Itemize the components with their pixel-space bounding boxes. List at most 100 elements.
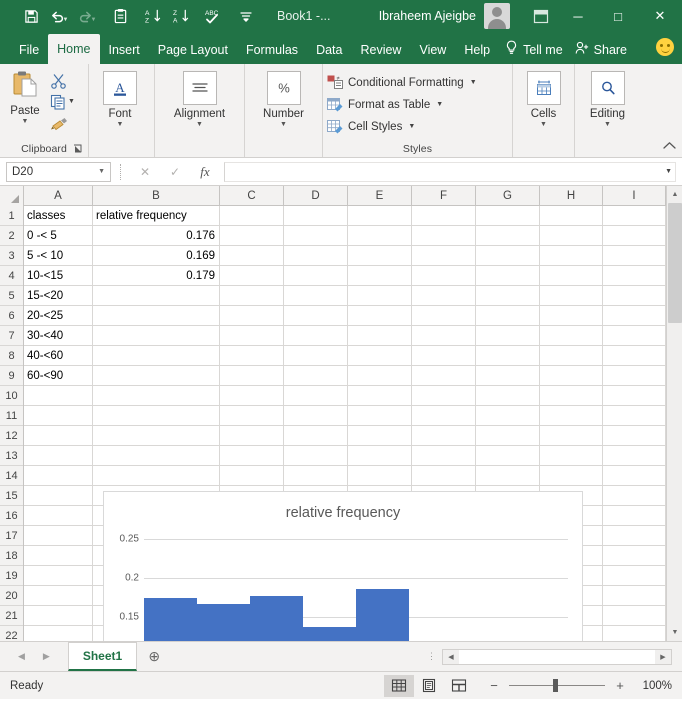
- cell-G9[interactable]: [476, 366, 540, 385]
- cell-E3[interactable]: [348, 246, 412, 265]
- cell-E5[interactable]: [348, 286, 412, 305]
- customize-qat-icon[interactable]: [233, 3, 259, 29]
- row-header-6[interactable]: 6: [0, 306, 23, 326]
- chart-histogram[interactable]: relative frequency 00.050.10.150.20.25 0…: [103, 491, 583, 641]
- cell-B8[interactable]: [93, 346, 220, 365]
- tell-me-search[interactable]: Tell me: [499, 36, 569, 64]
- cell-D1[interactable]: [284, 206, 348, 225]
- editing-dropdown-icon[interactable]: ▼: [604, 121, 611, 128]
- cell-I1[interactable]: [603, 206, 666, 225]
- row-header-3[interactable]: 3: [0, 246, 23, 266]
- cell-I21[interactable]: [603, 606, 666, 625]
- cell-styles-dropdown-icon[interactable]: ▼: [408, 123, 415, 130]
- cell-B3[interactable]: 0.169: [93, 246, 220, 265]
- tab-home[interactable]: Home: [48, 34, 100, 64]
- cell-E7[interactable]: [348, 326, 412, 345]
- cell-I3[interactable]: [603, 246, 666, 265]
- cell-H5[interactable]: [540, 286, 603, 305]
- cell-E8[interactable]: [348, 346, 412, 365]
- cell-G4[interactable]: [476, 266, 540, 285]
- cell-I5[interactable]: [603, 286, 666, 305]
- cell-B14[interactable]: [93, 466, 220, 485]
- page-layout-view-icon[interactable]: [414, 675, 444, 697]
- conditional-formatting-dropdown-icon[interactable]: ▼: [470, 79, 477, 86]
- cell-D9[interactable]: [284, 366, 348, 385]
- cell-A20[interactable]: [24, 586, 93, 605]
- cell-E6[interactable]: [348, 306, 412, 325]
- next-sheet-icon[interactable]: ▶: [43, 651, 50, 662]
- row-header-22[interactable]: 22: [0, 626, 23, 642]
- zoom-slider-thumb[interactable]: [553, 679, 558, 692]
- cut-button[interactable]: [50, 72, 75, 89]
- row-header-17[interactable]: 17: [0, 526, 23, 546]
- close-button[interactable]: ✕: [638, 0, 682, 32]
- cell-styles-button[interactable]: Cell Styles ▼: [323, 116, 512, 137]
- expand-formula-bar-icon[interactable]: ▼: [665, 168, 672, 175]
- number-button[interactable]: % Number ▼: [245, 68, 322, 157]
- cell-B13[interactable]: [93, 446, 220, 465]
- row-header-16[interactable]: 16: [0, 506, 23, 526]
- cell-I16[interactable]: [603, 506, 666, 525]
- row-header-12[interactable]: 12: [0, 426, 23, 446]
- cell-E9[interactable]: [348, 366, 412, 385]
- cell-F13[interactable]: [412, 446, 476, 465]
- cell-B5[interactable]: [93, 286, 220, 305]
- cell-G2[interactable]: [476, 226, 540, 245]
- row-header-5[interactable]: 5: [0, 286, 23, 306]
- page-break-view-icon[interactable]: [444, 675, 474, 697]
- row-header-8[interactable]: 8: [0, 346, 23, 366]
- cell-A2[interactable]: 0 -< 5: [24, 226, 93, 245]
- sheet-bar-splitter[interactable]: ⋮: [427, 651, 436, 662]
- spelling-icon[interactable]: ABC: [200, 3, 226, 29]
- cell-I6[interactable]: [603, 306, 666, 325]
- cell-B12[interactable]: [93, 426, 220, 445]
- column-header-c[interactable]: C: [220, 186, 284, 206]
- row-header-14[interactable]: 14: [0, 466, 23, 486]
- cell-H7[interactable]: [540, 326, 603, 345]
- cell-C6[interactable]: [220, 306, 284, 325]
- sheet-tab-sheet1[interactable]: Sheet1: [67, 642, 138, 671]
- cells-button[interactable]: Cells ▼: [513, 68, 574, 157]
- cell-A9[interactable]: 60-<90: [24, 366, 93, 385]
- cell-A10[interactable]: [24, 386, 93, 405]
- paste-dropdown-icon[interactable]: ▼: [22, 118, 29, 125]
- scroll-right-icon[interactable]: ▶: [655, 650, 671, 664]
- tab-page-layout[interactable]: Page Layout: [149, 36, 237, 64]
- cell-G8[interactable]: [476, 346, 540, 365]
- cell-F9[interactable]: [412, 366, 476, 385]
- cell-I18[interactable]: [603, 546, 666, 565]
- copy-button[interactable]: ▼: [50, 93, 75, 110]
- cell-G7[interactable]: [476, 326, 540, 345]
- row-header-11[interactable]: 11: [0, 406, 23, 426]
- cell-H11[interactable]: [540, 406, 603, 425]
- cell-A22[interactable]: [24, 626, 93, 641]
- cell-G3[interactable]: [476, 246, 540, 265]
- cell-C2[interactable]: [220, 226, 284, 245]
- cell-A7[interactable]: 30-<40: [24, 326, 93, 345]
- cell-H12[interactable]: [540, 426, 603, 445]
- cell-D3[interactable]: [284, 246, 348, 265]
- cell-F3[interactable]: [412, 246, 476, 265]
- row-header-2[interactable]: 2: [0, 226, 23, 246]
- cell-G10[interactable]: [476, 386, 540, 405]
- scroll-down-icon[interactable]: ▼: [667, 624, 682, 641]
- column-header-d[interactable]: D: [284, 186, 348, 206]
- cell-C14[interactable]: [220, 466, 284, 485]
- row-header-18[interactable]: 18: [0, 546, 23, 566]
- cell-A5[interactable]: 15-<20: [24, 286, 93, 305]
- cell-I14[interactable]: [603, 466, 666, 485]
- cell-E10[interactable]: [348, 386, 412, 405]
- column-header-i[interactable]: I: [603, 186, 666, 206]
- tab-review[interactable]: Review: [351, 36, 410, 64]
- minimize-button[interactable]: ─: [558, 0, 598, 32]
- cell-F5[interactable]: [412, 286, 476, 305]
- row-header-13[interactable]: 13: [0, 446, 23, 466]
- cell-C4[interactable]: [220, 266, 284, 285]
- formula-input[interactable]: ▼: [224, 161, 676, 182]
- redo-dropdown-icon[interactable]: ▼: [91, 17, 97, 23]
- vertical-scrollbar[interactable]: ▲ ▼: [666, 186, 682, 641]
- cell-G5[interactable]: [476, 286, 540, 305]
- cell-D11[interactable]: [284, 406, 348, 425]
- tab-help[interactable]: Help: [455, 36, 499, 64]
- cell-H1[interactable]: [540, 206, 603, 225]
